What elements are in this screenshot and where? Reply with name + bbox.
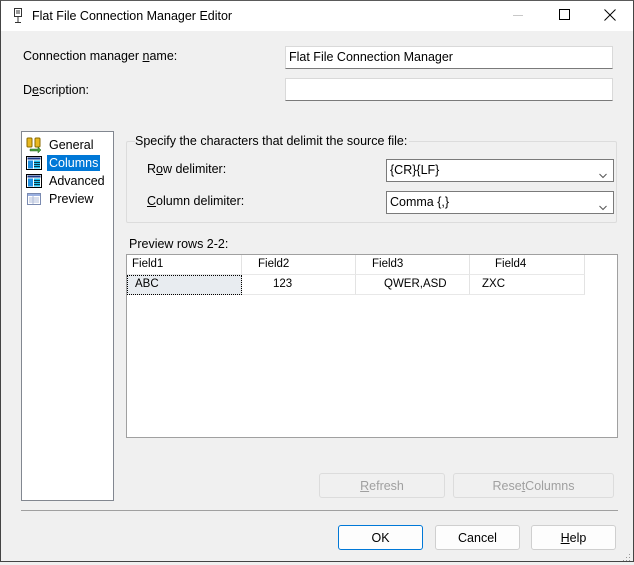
nav-item-columns[interactable]: Columns <box>26 155 101 171</box>
refresh-button[interactable]: Refresh <box>319 473 445 498</box>
reset-columns-button[interactable]: Rese t Columns <box>453 473 614 498</box>
column-header[interactable]: Field2 <box>242 255 356 275</box>
label-part: Connection manager <box>23 49 143 63</box>
grid-cell[interactable]: ABC <box>127 275 242 295</box>
grid-cell[interactable]: ZXC <box>470 275 585 295</box>
accelerator-key: e <box>32 83 39 97</box>
accelerator-key: R <box>360 478 370 493</box>
label-part: olumn delimiter: <box>156 194 245 208</box>
nav-item-label: Columns <box>47 155 101 171</box>
column-header[interactable]: Field4 <box>470 255 585 275</box>
ok-button[interactable]: OK <box>338 525 423 550</box>
button-label: Cancel <box>458 530 497 545</box>
nav-item-label: General <box>49 138 94 152</box>
column-header[interactable]: Field1 <box>127 255 242 275</box>
connection-name-label: Connection manager name: <box>23 49 177 63</box>
nav-item-preview[interactable]: Preview <box>26 191 95 207</box>
general-icon <box>26 137 42 154</box>
flat-file-connection-icon <box>13 8 23 24</box>
nav-item-advanced[interactable]: Advanced <box>26 173 107 189</box>
column-delimiter-select[interactable]: Comma {,} <box>386 191 614 214</box>
nav-item-label: Advanced <box>49 174 105 188</box>
button-label: efresh <box>369 478 404 493</box>
title-bar: Flat File Connection Manager Editor <box>1 1 633 31</box>
delimiter-group-label: Specify the characters that delimit the … <box>135 134 410 148</box>
label-part: R <box>147 162 157 176</box>
label-part: ame: <box>149 49 178 63</box>
grid-cell[interactable]: QWER,ASD <box>356 275 470 295</box>
column-delimiter-label: Column delimiter: <box>147 194 244 208</box>
grid-header-row: Field1 Field2 Field3 Field4 <box>127 255 585 275</box>
preview-rows-label: Preview rows 2-2: <box>129 237 229 251</box>
minimize-button[interactable] <box>495 1 541 31</box>
accelerator-key: H <box>560 530 570 545</box>
button-label: Columns <box>525 478 575 493</box>
minimize-icon <box>513 9 523 23</box>
row-delimiter-label: Row delimiter: <box>147 162 226 176</box>
page-navigation-list: General Columns Advanced Preview <box>21 131 114 501</box>
label-part: D <box>23 83 33 97</box>
accelerator-key: o <box>156 162 163 176</box>
label-part: scription: <box>38 83 90 97</box>
chevron-down-icon <box>599 168 607 179</box>
footer-separator <box>21 510 618 511</box>
help-button[interactable]: Help <box>531 525 616 550</box>
column-header[interactable]: Field3 <box>356 255 470 275</box>
row-delimiter-select[interactable]: {CR}{LF} <box>386 159 614 182</box>
columns-icon <box>26 155 42 171</box>
dialog-window: Flat File Connection Manager Editor Conn… <box>0 0 634 562</box>
close-icon <box>604 8 616 24</box>
maximize-icon <box>558 9 570 23</box>
column-delimiter-value: Comma {,} <box>390 195 450 209</box>
nav-item-label: Preview <box>49 192 94 206</box>
cancel-button[interactable]: Cancel <box>435 525 520 550</box>
chevron-down-icon <box>599 200 607 211</box>
close-button[interactable] <box>587 1 633 31</box>
maximize-button[interactable] <box>541 1 587 31</box>
button-label: Rese <box>492 478 522 493</box>
accelerator-key: C <box>147 194 157 208</box>
connection-name-input[interactable]: Flat File Connection Manager <box>285 46 613 69</box>
button-label: elp <box>569 530 587 545</box>
label-part: w delimiter: <box>162 162 227 176</box>
preview-grid[interactable]: Field1 Field2 Field3 Field4 ABC 123 QWER… <box>126 254 618 438</box>
grid-cell[interactable]: 123 <box>242 275 356 295</box>
nav-item-general[interactable]: General <box>26 137 95 154</box>
preview-icon <box>26 191 42 207</box>
table-row: ABC 123 QWER,ASD ZXC <box>127 275 585 295</box>
advanced-icon <box>26 173 42 189</box>
resize-grip-icon[interactable] <box>623 551 631 561</box>
button-label: OK <box>371 530 390 545</box>
connection-name-value: Flat File Connection Manager <box>289 50 453 64</box>
window-title: Flat File Connection Manager Editor <box>32 9 233 23</box>
row-delimiter-value: {CR}{LF} <box>390 163 440 177</box>
description-input[interactable] <box>285 78 613 101</box>
description-label: Description: <box>23 83 89 97</box>
